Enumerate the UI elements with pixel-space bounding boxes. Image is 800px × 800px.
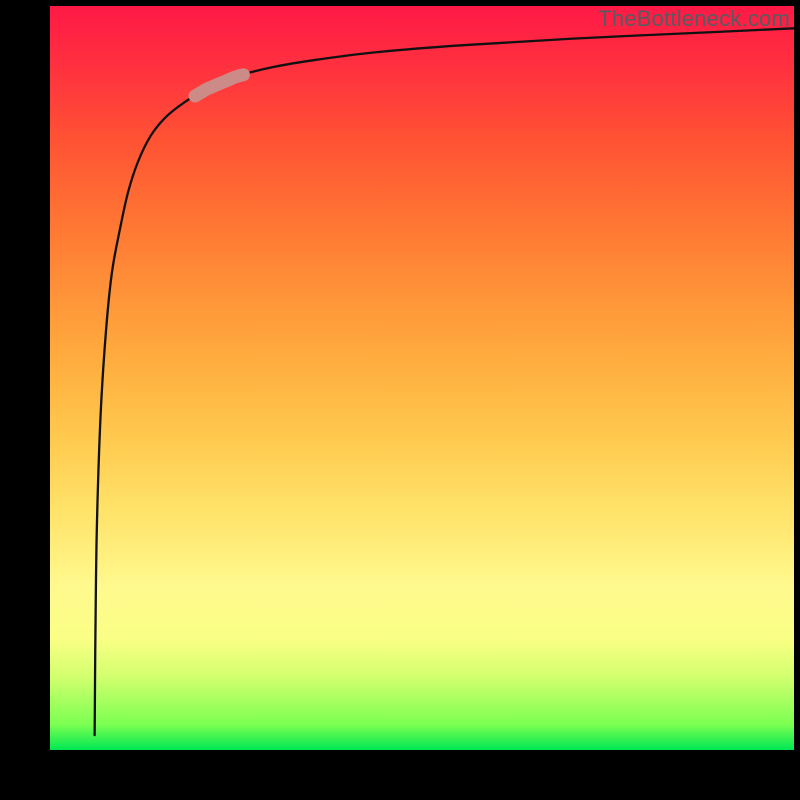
chart-highlight-segment [195,75,243,96]
chart-canvas [50,6,794,750]
chart-curve [95,28,794,735]
plot-area [50,6,794,750]
watermark-text: TheBottleneck.com [598,6,790,32]
chart-frame: TheBottleneck.com [0,0,800,800]
